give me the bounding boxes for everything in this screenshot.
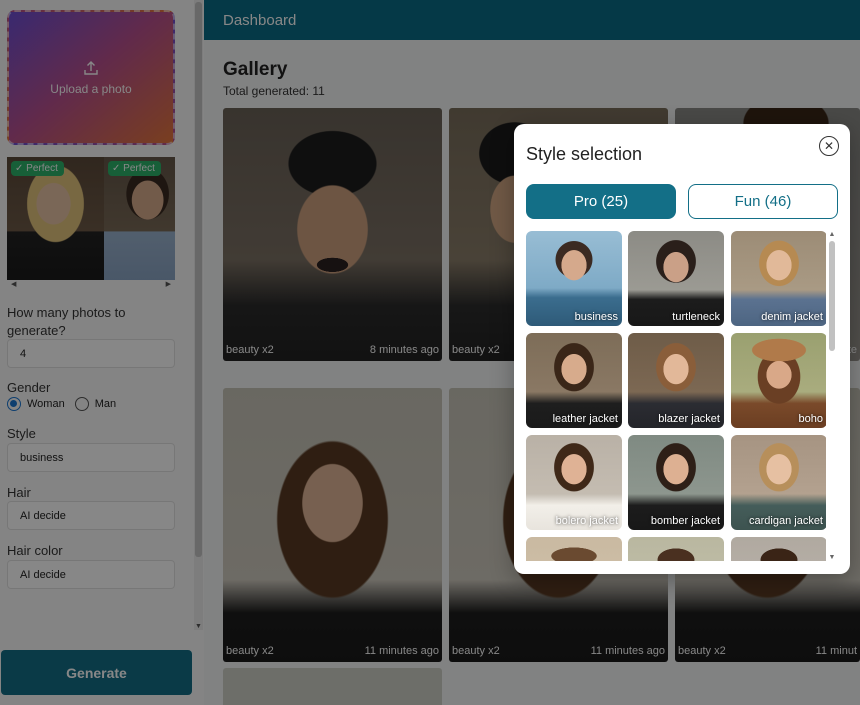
style-label: boho xyxy=(798,413,823,425)
style-label: bomber jacket xyxy=(650,515,720,527)
style-tile-cardigan-jacket[interactable]: cardigan jacket xyxy=(731,435,826,530)
close-icon[interactable]: ✕ xyxy=(819,136,839,156)
style-tile[interactable] xyxy=(731,537,826,561)
scroll-down-icon[interactable]: ▼ xyxy=(827,554,837,561)
tab-fun[interactable]: Fun (46) xyxy=(688,184,838,219)
tab-pro[interactable]: Pro (25) xyxy=(526,184,676,219)
style-tile-boho[interactable]: boho xyxy=(731,333,826,428)
style-grid: business turtleneck denim jacket leather… xyxy=(526,231,826,561)
modal-title: Style selection xyxy=(526,144,643,164)
scrollbar-thumb[interactable] xyxy=(829,241,835,351)
style-label: bolero jacket xyxy=(555,515,618,527)
style-label: blazer jacket xyxy=(658,413,720,425)
style-grid-scrollbar[interactable]: ▲ ▼ xyxy=(827,231,837,561)
style-tile-bomber-jacket[interactable]: bomber jacket xyxy=(628,435,724,530)
style-tile-blazer-jacket[interactable]: blazer jacket xyxy=(628,333,724,428)
style-tile-business[interactable]: business xyxy=(526,231,622,326)
style-tile[interactable] xyxy=(628,537,724,561)
style-label: denim jacket xyxy=(761,311,823,323)
style-tile-denim-jacket[interactable]: denim jacket xyxy=(731,231,826,326)
style-label: business xyxy=(574,311,618,323)
style-tile[interactable] xyxy=(526,537,622,561)
style-label: turtleneck xyxy=(672,311,720,323)
style-tile-leather-jacket[interactable]: leather jacket xyxy=(526,333,622,428)
style-selection-modal: Style selection ✕ Pro (25) Fun (46) busi… xyxy=(514,124,850,574)
style-label: leather jacket xyxy=(552,413,618,425)
style-tile-bolero-jacket[interactable]: bolero jacket xyxy=(526,435,622,530)
scroll-up-icon[interactable]: ▲ xyxy=(827,231,837,238)
style-tile-turtleneck[interactable]: turtleneck xyxy=(628,231,724,326)
style-label: cardigan jacket xyxy=(749,515,823,527)
